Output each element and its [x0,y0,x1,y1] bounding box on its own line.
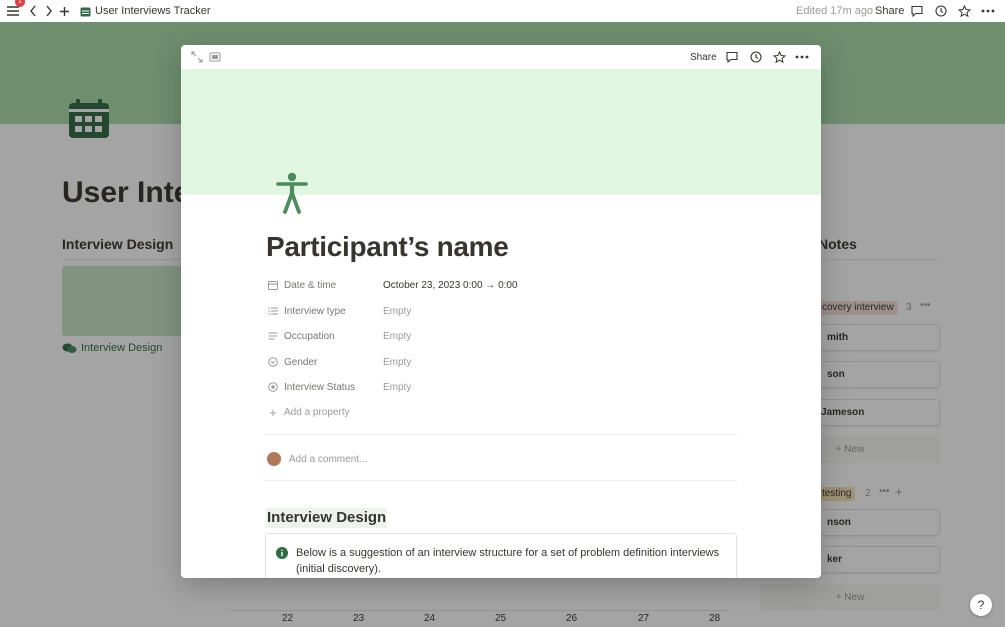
panel-icon [209,52,221,62]
star-icon [773,50,786,63]
share-button[interactable]: Share [690,49,717,65]
text-icon [267,330,279,342]
more-button[interactable] [795,49,809,65]
page-icon[interactable] [276,172,308,219]
status-icon [267,381,279,393]
person-icon [276,172,308,214]
add-property-button[interactable]: + Add a property [267,402,737,422]
history-button[interactable] [750,49,762,65]
more-icon [795,55,809,59]
expand-button[interactable] [191,49,203,65]
back-button[interactable] [29,0,39,22]
avatar [267,452,281,466]
property-name: Date & time [284,279,337,291]
comments-button[interactable] [911,0,923,22]
divider [265,480,737,481]
comment-composer[interactable]: Add a comment... [267,452,367,466]
list-icon [267,305,279,317]
clock-icon [750,51,762,63]
callout[interactable]: Below is a suggestion of an interview st… [265,533,737,578]
add-property-label: Add a property [284,406,350,418]
section-heading[interactable]: Interview Design [266,508,388,528]
comments-button[interactable] [726,49,738,65]
clock-icon [935,5,947,17]
plus-icon [60,6,69,16]
more-button[interactable] [981,0,995,22]
property-occupation[interactable]: Occupation Empty [267,326,737,346]
chevron-right-icon [46,5,52,17]
callout-text[interactable]: Below is a suggestion of an interview st… [296,545,726,577]
property-name: Occupation [284,330,335,342]
property-interview-status[interactable]: Interview Status Empty [267,377,737,397]
notification-badge: 1 [15,0,25,7]
property-interview-type[interactable]: Interview type Empty [267,301,737,321]
top-bar: 1 User Interviews Tracker Edited 17m ago… [0,0,1005,22]
divider [265,434,737,435]
favorite-button[interactable] [773,49,786,65]
edited-status: Edited 17m ago [796,5,874,17]
comment-input[interactable]: Add a comment... [289,454,367,465]
forward-button[interactable] [45,0,55,22]
breadcrumb[interactable]: User Interviews Tracker [80,0,211,22]
calendar-icon [267,279,279,291]
property-gender[interactable]: Gender Empty [267,352,737,372]
page-title[interactable]: Participant’s name [266,231,509,263]
more-icon [981,9,995,13]
favorite-button[interactable] [958,0,971,22]
new-page-button[interactable] [59,0,71,22]
share-button[interactable]: Share [875,0,904,22]
calendar-icon [80,7,91,16]
comment-icon [911,5,923,17]
property-value[interactable]: Empty [383,382,411,393]
property-value[interactable]: Empty [383,331,411,342]
open-as-button[interactable] [209,49,221,65]
property-name: Interview Status [284,381,356,393]
help-button[interactable]: ? [970,594,992,616]
comment-icon [726,51,738,63]
page-peek-modal: Share Participant’s name Date & time Oct… [181,45,821,578]
property-value[interactable]: October 23, 2023 0:00 → 0:00 [383,280,518,291]
star-icon [958,4,971,17]
breadcrumb-title: User Interviews Tracker [95,5,211,17]
property-name: Interview type [284,305,346,317]
chevron-left-icon [30,5,36,17]
history-button[interactable] [935,0,947,22]
select-icon [267,356,279,368]
property-date-time[interactable]: Date & time October 23, 2023 0:00 → 0:00 [267,275,737,295]
property-value[interactable]: Empty [383,357,411,368]
expand-icon [191,51,203,63]
plus-icon: + [269,404,277,420]
info-icon [276,546,288,564]
property-value[interactable]: Empty [383,306,411,317]
menu-button[interactable]: 1 [6,0,25,22]
property-name: Gender [284,356,318,368]
